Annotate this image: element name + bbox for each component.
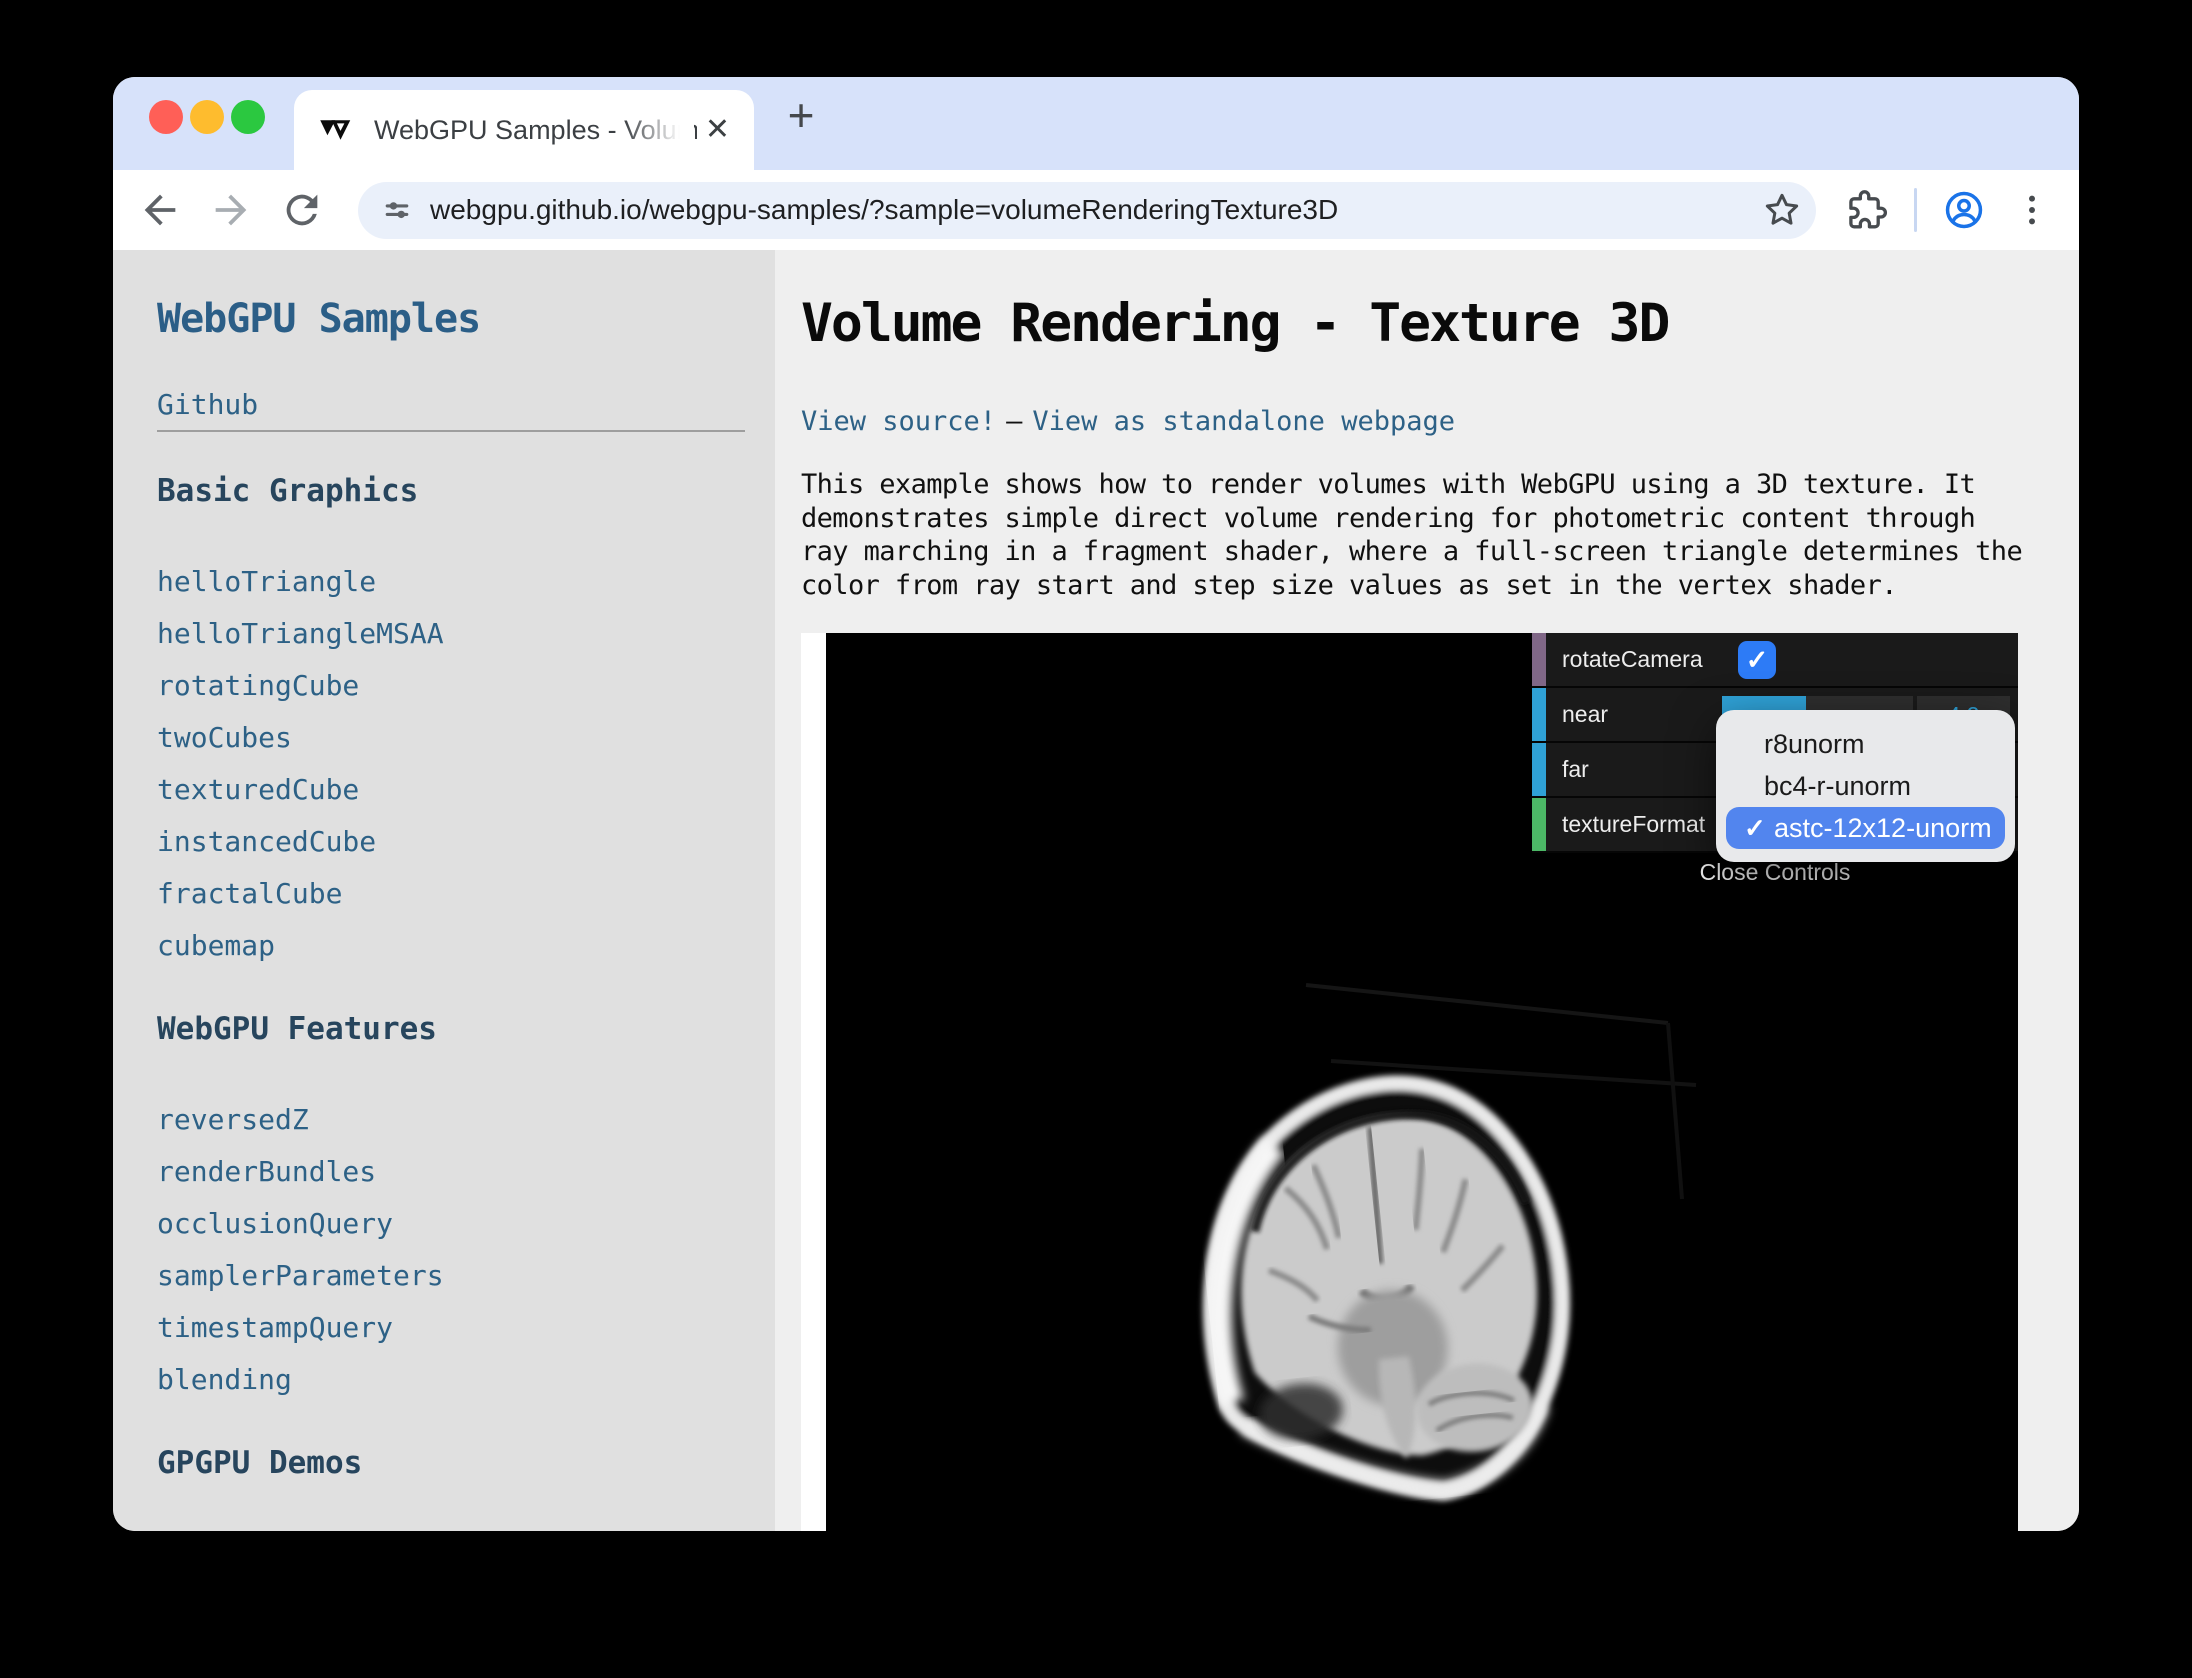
sidebar-item-rotatingCube[interactable]: rotatingCube [157, 660, 775, 712]
tab-title-fade [624, 98, 694, 144]
toolbar-right-icons [1846, 188, 2053, 232]
extensions-icon[interactable] [1846, 189, 1888, 231]
boolean-accent-stripe [1532, 633, 1546, 686]
browser-window: WebGPU Samples - Volume R ✕ + [113, 77, 2079, 1531]
toolbar-divider [1914, 188, 1917, 232]
sidebar-title: WebGPU Samples [157, 296, 775, 343]
sidebar-item-fractalCube[interactable]: fractalCube [157, 868, 775, 920]
view-source-link[interactable]: View source! [801, 406, 996, 437]
number-accent-stripe [1532, 743, 1546, 796]
traffic-lights [149, 100, 265, 134]
near-label: near [1562, 688, 1608, 741]
sidebar-item-reversedZ[interactable]: reversedZ [157, 1094, 775, 1146]
close-window-button[interactable] [149, 100, 183, 134]
webgpu-canvas[interactable]: rotateCamera ✓ near 4.2 [826, 633, 2018, 1531]
canvas-container: rotateCamera ✓ near 4.2 [801, 633, 2018, 1531]
sidebar-item-timestampQuery[interactable]: timestampQuery [157, 1302, 775, 1354]
description-line: demonstrates simple direct volume render… [801, 502, 2079, 536]
sidebar-item-helloTriangleMSAA[interactable]: helloTriangleMSAA [157, 608, 775, 660]
gui-row-rotate-camera: rotateCamera ✓ [1532, 633, 2018, 688]
url-bar[interactable]: webgpu.github.io/webgpu-samples/?sample=… [358, 182, 1816, 239]
sidebar-item-blending[interactable]: blending [157, 1354, 775, 1406]
rotate-camera-checkbox[interactable]: ✓ [1738, 641, 1776, 679]
sidebar-item-instancedCube[interactable]: instancedCube [157, 816, 775, 868]
section-heading-basic-graphics: Basic Graphics [157, 472, 775, 510]
standalone-webpage-link[interactable]: View as standalone webpage [1032, 406, 1455, 437]
minimize-window-button[interactable] [190, 100, 224, 134]
url-text[interactable]: webgpu.github.io/webgpu-samples/?sample=… [430, 194, 1762, 226]
section-heading-webgpu-features: WebGPU Features [157, 1010, 775, 1048]
string-accent-stripe [1532, 798, 1546, 851]
texture-format-dropdown: r8unorm bc4-r-unorm ✓ astc-12x12-unorm [1716, 710, 2015, 862]
section-heading-gpgpu-demos: GPGPU Demos [157, 1444, 775, 1482]
sidebar-divider [157, 430, 745, 432]
selected-checkmark-icon: ✓ [1744, 807, 1774, 849]
page-content: WebGPU Samples Github Basic Graphics hel… [113, 250, 2079, 1531]
selected-option-label: astc-12x12-unorm [1774, 807, 1992, 849]
dropdown-option-bc4-r-unorm[interactable]: bc4-r-unorm [1726, 765, 2005, 807]
close-tab-icon[interactable]: ✕ [705, 112, 730, 148]
page-title: Volume Rendering - Texture 3D [801, 294, 2079, 354]
back-icon[interactable] [137, 187, 183, 233]
sidebar: WebGPU Samples Github Basic Graphics hel… [113, 250, 775, 1531]
bookmark-star-icon[interactable] [1762, 190, 1802, 230]
main-content: Volume Rendering - Texture 3D View sourc… [775, 250, 2079, 1531]
sidebar-item-texturedCube[interactable]: texturedCube [157, 764, 775, 816]
description-line: ray marching in a fragment shader, where… [801, 535, 2079, 569]
webgpu-features-links: reversedZ renderBundles occlusionQuery s… [157, 1094, 775, 1406]
github-link[interactable]: Github [157, 388, 258, 422]
far-label: far [1562, 743, 1589, 796]
site-settings-icon[interactable] [380, 193, 414, 227]
sidebar-item-twoCubes[interactable]: twoCubes [157, 712, 775, 764]
sample-links-row: View source! — View as standalone webpage [801, 405, 2079, 439]
number-accent-stripe [1532, 688, 1546, 741]
sidebar-item-occlusionQuery[interactable]: occlusionQuery [157, 1198, 775, 1250]
profile-avatar-icon[interactable] [1943, 189, 1985, 231]
sidebar-item-computeBoids[interactable]: computeBoids [157, 1528, 775, 1531]
webgpu-favicon-icon [318, 112, 354, 148]
sample-description: This example shows how to render volumes… [801, 468, 2079, 602]
forward-icon[interactable] [208, 187, 254, 233]
description-line: color from ray start and step size value… [801, 569, 2079, 603]
reload-icon[interactable] [279, 187, 325, 233]
description-line: This example shows how to render volumes… [801, 468, 2079, 502]
dropdown-option-astc-12x12-unorm[interactable]: ✓ astc-12x12-unorm [1726, 807, 2005, 849]
new-tab-button[interactable]: + [777, 91, 825, 139]
brain-mri-render [1176, 1058, 1600, 1518]
sidebar-item-helloTriangle[interactable]: helloTriangle [157, 556, 775, 608]
browser-toolbar: webgpu.github.io/webgpu-samples/?sample=… [113, 170, 2079, 250]
screenshot-stage: WebGPU Samples - Volume R ✕ + [0, 0, 2192, 1678]
texture-format-label: textureFormat [1562, 798, 1705, 851]
basic-graphics-links: helloTriangle helloTriangleMSAA rotating… [157, 556, 775, 972]
rotate-camera-label: rotateCamera [1562, 633, 1703, 686]
sidebar-item-cubemap[interactable]: cubemap [157, 920, 775, 972]
gpgpu-demos-links: computeBoids [157, 1528, 775, 1531]
menu-kebab-icon[interactable] [2011, 189, 2053, 231]
links-separator: — [1006, 406, 1022, 437]
dropdown-option-r8unorm[interactable]: r8unorm [1726, 723, 2005, 765]
sidebar-item-samplerParameters[interactable]: samplerParameters [157, 1250, 775, 1302]
sidebar-item-renderBundles[interactable]: renderBundles [157, 1146, 775, 1198]
zoom-window-button[interactable] [231, 100, 265, 134]
tab-strip: WebGPU Samples - Volume R ✕ + [113, 77, 2079, 170]
browser-tab[interactable]: WebGPU Samples - Volume R ✕ [294, 90, 754, 170]
canvas-left-gutter [801, 633, 826, 1531]
